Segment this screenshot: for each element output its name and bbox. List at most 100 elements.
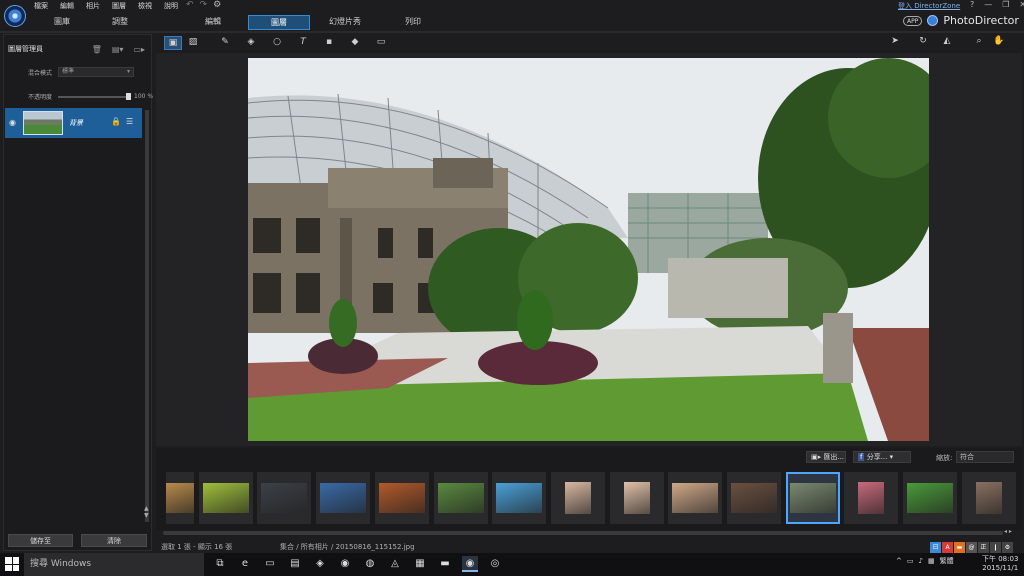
select-arrow-icon[interactable]: ➤ (886, 35, 904, 49)
filmstrip-thumbnail[interactable] (844, 472, 898, 524)
blend-mode-select[interactable]: 標準 (58, 67, 135, 77)
layer-row-background[interactable]: ◉ 背景 🔒 ☰ (5, 108, 142, 138)
tray-badge-icon[interactable]: ❙ (990, 542, 1001, 553)
share-button[interactable]: f 分享... ▾ (853, 451, 911, 463)
filmstrip-thumbnail[interactable] (962, 472, 1016, 524)
login-directorzone-link[interactable]: 登入 DirectorZone (898, 1, 960, 11)
layer-adjust-icon[interactable]: ☰ (126, 117, 133, 126)
unity-icon[interactable]: ◈ (312, 556, 328, 572)
filmstrip-thumbnail[interactable] (375, 472, 429, 524)
frame-icon[interactable]: ▭ (372, 36, 390, 50)
firefox-icon[interactable]: ◉ (337, 556, 353, 572)
tray-badge-icon[interactable]: 正 (978, 542, 989, 553)
filmstrip-thumbnail[interactable] (199, 472, 253, 524)
trash-icon[interactable]: 🗑 (92, 45, 102, 54)
scroll-arrows-icon[interactable]: ▲ ▼ (144, 505, 149, 519)
redo-icon[interactable]: ↷ (200, 0, 208, 10)
add-layer-icon[interactable]: ▭▸ (133, 45, 145, 54)
tray-badge-icon[interactable]: @ (966, 542, 977, 553)
filmstrip-thumbnail[interactable] (434, 472, 488, 524)
tray-chevron-icon[interactable]: ^ (896, 557, 902, 565)
filmstrip-thumbnail[interactable] (551, 472, 605, 524)
filmstrip-scroll-arrows-icon[interactable]: ◂ ▸ (1004, 528, 1012, 535)
filmstrip-thumbnail[interactable] (668, 472, 722, 524)
filmstrip-thumbnail[interactable] (166, 472, 194, 524)
tray-badge-icon[interactable]: A (942, 542, 953, 553)
windows-start-icon[interactable] (5, 557, 19, 571)
task-view-icon[interactable]: ⧉ (212, 556, 228, 572)
volume-icon[interactable]: ♪ (919, 557, 923, 565)
close-button[interactable]: ✕ (1019, 0, 1024, 9)
restore-button[interactable]: ❐ (1002, 0, 1009, 9)
eraser-icon[interactable]: ◈ (242, 36, 260, 50)
clear-button[interactable]: 清除 (81, 534, 147, 547)
photodirector-icon[interactable]: ◉ (462, 556, 478, 572)
filmstrip-thumbnail[interactable] (492, 472, 546, 524)
lock-icon[interactable]: 🔒 (111, 117, 121, 126)
zoom-icon[interactable]: ⌕ (970, 35, 988, 49)
thumbnail-image (565, 482, 591, 514)
brush-icon[interactable]: ✎ (216, 36, 234, 50)
minimize-button[interactable]: — (984, 0, 992, 9)
filmstrip-thumbnail[interactable] (316, 472, 370, 524)
fill-icon[interactable]: ◆ (346, 36, 364, 50)
layer-panel-scrollbar[interactable] (145, 110, 149, 522)
filmstrip-thumbnail[interactable] (903, 472, 957, 524)
save-to-button[interactable]: 儲存至 (8, 534, 73, 547)
tab-print[interactable]: 列印 (384, 15, 442, 30)
store-icon[interactable]: ▤ (287, 556, 303, 572)
zoom-select[interactable]: 符合 (956, 451, 1014, 463)
filmstrip-thumbnail[interactable] (727, 472, 781, 524)
media-icon[interactable]: ◬ (387, 556, 403, 572)
menu-item-layer[interactable]: 圖層 (112, 1, 126, 11)
visibility-eye-icon[interactable]: ◉ (9, 118, 16, 127)
dot-icon[interactable]: ▪ (320, 36, 338, 50)
settings-gear-icon[interactable]: ⚙ (213, 0, 221, 10)
text-icon[interactable]: T (294, 36, 312, 50)
filmstrip-thumbnail[interactable] (786, 472, 840, 524)
filmstrip-thumbnail[interactable] (257, 472, 311, 524)
menu-item-file[interactable]: 檔案 (34, 1, 48, 11)
taskbar-search-input[interactable]: 搜尋 Windows (24, 553, 204, 576)
taskbar-clock[interactable]: 下午 08:03 2015/11/1 (982, 555, 1018, 573)
hand-icon[interactable]: ✋ (990, 35, 1008, 49)
rotate-icon[interactable]: ↻ (914, 35, 932, 49)
image-icon[interactable]: ▨ (184, 36, 202, 50)
file-explorer-icon[interactable]: ▭ (262, 556, 278, 572)
help-button[interactable]: ? (970, 0, 974, 9)
tray-badge-icon[interactable]: ⚙ (1002, 542, 1013, 553)
edge-browser-icon[interactable]: e (237, 556, 253, 572)
photo-scene (248, 58, 929, 441)
input-language[interactable]: 繁體 (940, 556, 954, 566)
menu-item-help[interactable]: 說明 (164, 1, 178, 11)
export-button[interactable]: ▣▸ 匯出... (806, 451, 846, 463)
flip-icon[interactable]: ◭ (938, 35, 956, 49)
tab-edit[interactable]: 編輯 (184, 15, 242, 30)
tab-adjust[interactable]: 調整 (91, 15, 149, 30)
opacity-slider-handle[interactable] (126, 92, 132, 100)
undo-icon[interactable]: ↶ (186, 0, 194, 10)
tab-library[interactable]: 圖庫 (33, 15, 91, 30)
camera-app-icon[interactable]: ▬ (437, 556, 453, 572)
filmstrip-thumbnail[interactable] (610, 472, 664, 524)
menu-item-photo[interactable]: 相片 (86, 1, 100, 11)
keyboard-icon[interactable]: ▦ (928, 557, 935, 565)
app-badge-button[interactable]: APP (903, 15, 923, 26)
menu-item-view[interactable]: 檢視 (138, 1, 152, 11)
edited-photo[interactable] (248, 58, 929, 441)
app-logo-icon[interactable] (4, 5, 26, 27)
chrome-icon[interactable]: ◍ (362, 556, 378, 572)
tab-layers[interactable]: 圖層 (248, 15, 310, 30)
notepad-icon[interactable]: ▦ (412, 556, 428, 572)
filmstrip-scrollbar[interactable] (163, 531, 1003, 535)
layer-thumb-icon[interactable]: ▣ (164, 36, 182, 50)
menu-item-edit[interactable]: 編輯 (60, 1, 74, 11)
battery-icon[interactable]: ▭ (907, 557, 914, 565)
cyberlink-icon[interactable]: ◎ (487, 556, 503, 572)
ellipse-icon[interactable]: ○ (268, 36, 286, 50)
layer-menu-icon[interactable]: ▤▾ (112, 45, 124, 54)
tray-badge-icon[interactable]: 日 (930, 542, 941, 553)
tab-slideshow[interactable]: 幻燈片秀 (316, 15, 374, 30)
tray-badge-icon[interactable]: ▬ (954, 542, 965, 553)
opacity-slider[interactable] (58, 92, 132, 100)
